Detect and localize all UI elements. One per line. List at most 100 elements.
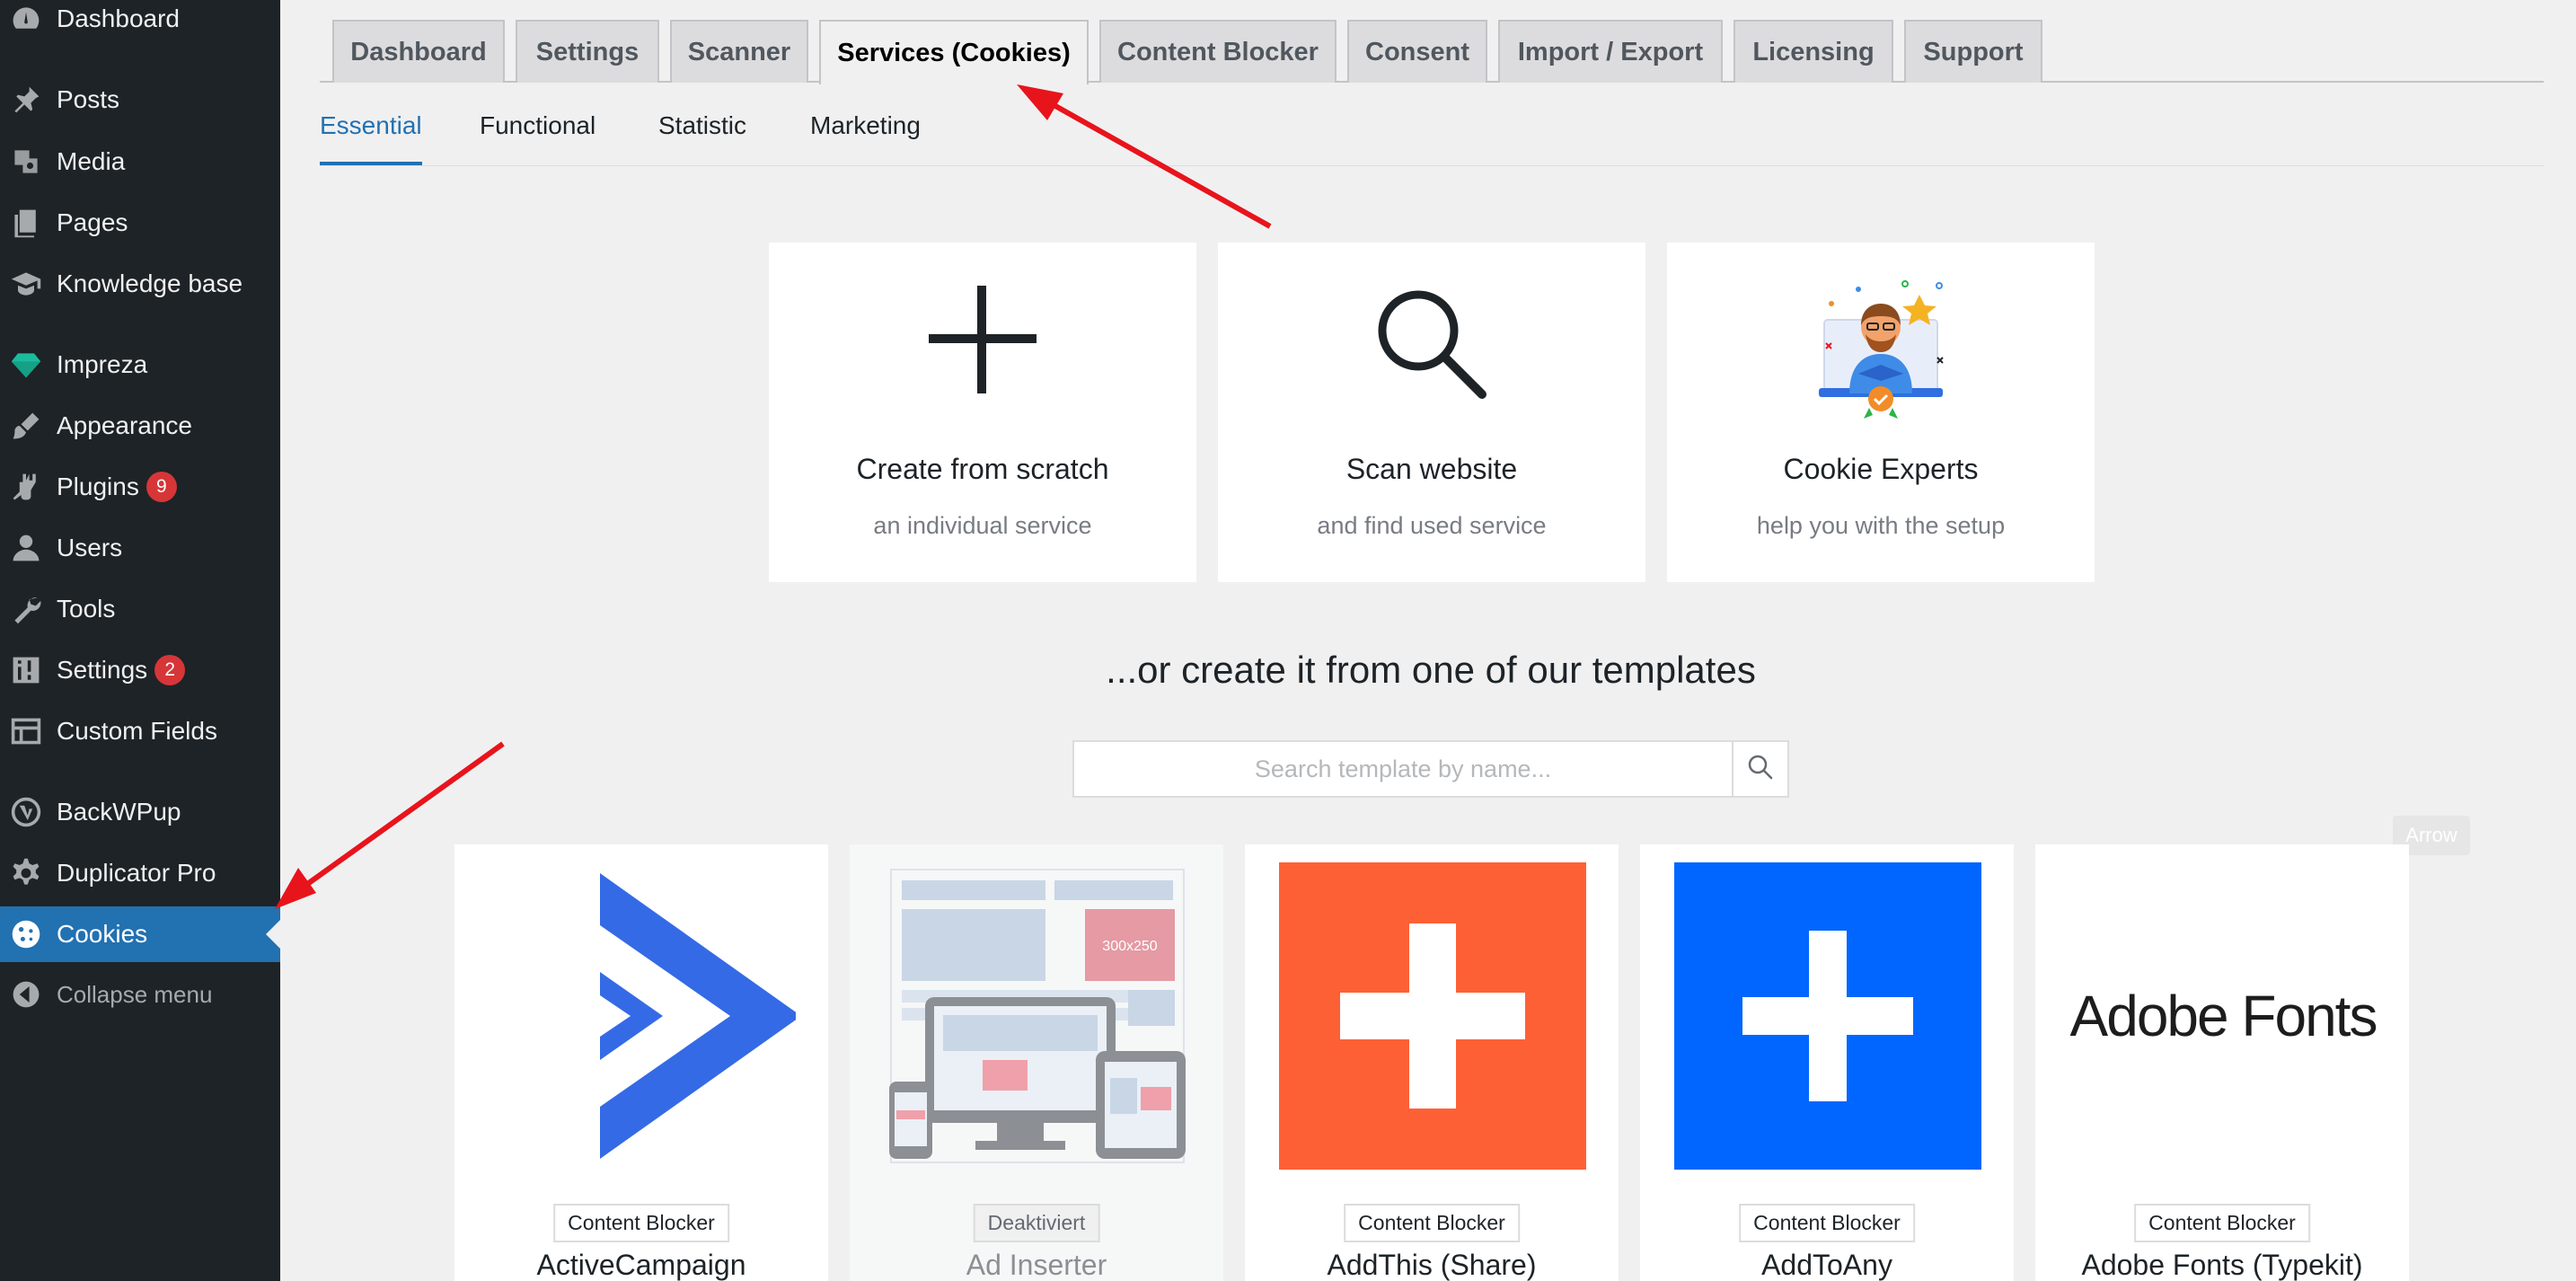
sidebar-item-label: Posts <box>57 85 120 113</box>
tab-settings[interactable]: Settings <box>516 20 659 83</box>
tab-consent[interactable]: Consent <box>1347 20 1487 83</box>
create-from-scratch-card[interactable]: Create from scratch an individual servic… <box>769 243 1196 582</box>
sidebar-item-label: Duplicator Pro <box>57 859 216 887</box>
tab-licensing[interactable]: Licensing <box>1734 20 1893 83</box>
plugins-update-badge: 9 <box>146 472 177 502</box>
search-input[interactable] <box>1074 742 1732 796</box>
option-subtitle: an individual service <box>873 512 1092 539</box>
tab-content-blocker[interactable]: Content Blocker <box>1099 20 1337 83</box>
graduation-cap-icon <box>9 267 43 301</box>
template-card-addthis[interactable]: Content Blocker AddThis (Share) <box>1245 844 1619 1281</box>
tab-scanner[interactable]: Scanner <box>670 20 808 83</box>
option-title: Create from scratch <box>856 453 1109 485</box>
option-title: Scan website <box>1345 453 1518 485</box>
search-button[interactable] <box>1732 742 1787 796</box>
brush-icon <box>9 409 43 443</box>
sidebar-item-dashboard[interactable]: Dashboard <box>0 0 280 47</box>
cookie-icon <box>9 917 43 951</box>
pages-icon <box>9 206 43 240</box>
tab-dashboard[interactable]: Dashboard <box>332 20 505 83</box>
sidebar-item-impreza[interactable]: Impreza <box>0 337 280 393</box>
option-subtitle: and find used service <box>1317 512 1547 539</box>
adobe-fonts-logo: Adobe Fonts <box>2069 862 2378 1170</box>
sidebar-item-label: Dashboard <box>57 4 180 32</box>
gear-icon <box>9 856 43 890</box>
scan-website-card[interactable]: Scan website and find used service <box>1218 243 1645 582</box>
backwpup-icon <box>9 795 43 829</box>
sidebar-item-label: Pages <box>57 208 128 236</box>
sidebar-item-label: Impreza <box>57 350 148 378</box>
content-blocker-badge: Content Blocker <box>553 1204 729 1242</box>
sidebar-item-knowledge-base[interactable]: Knowledge base <box>0 256 280 312</box>
tab-support[interactable]: Support <box>1904 20 2042 83</box>
option-subtitle: help you with the setup <box>1756 512 2006 539</box>
dashboard-icon <box>9 2 43 36</box>
content-blocker-badge: Content Blocker <box>1344 1204 1520 1242</box>
template-search <box>1072 740 1789 798</box>
sidebar-item-pages[interactable]: Pages <box>0 195 280 251</box>
sidebar-item-label: Appearance <box>57 411 193 439</box>
sidebar-item-label: BackWPup <box>57 798 181 826</box>
template-card-adobe-fonts[interactable]: Adobe Fonts Content Blocker Adobe Fonts … <box>2035 844 2409 1281</box>
templates-heading: ...or create it from one of our template… <box>0 649 2576 692</box>
plug-icon <box>9 470 43 504</box>
user-icon <box>9 531 43 565</box>
collapse-icon <box>9 977 43 1012</box>
adobe-fonts-wordmark: Adobe Fonts <box>2069 984 2378 1048</box>
sidebar-item-cookies[interactable]: Cookies <box>0 906 280 962</box>
sidebar-item-label: Plugins <box>57 473 139 500</box>
subtab-statistic[interactable]: Statistic <box>658 111 746 140</box>
sidebar-item-label: Knowledge base <box>57 269 243 297</box>
sidebar-item-backwpup[interactable]: BackWPup <box>0 784 280 840</box>
template-name: Ad Inserter <box>966 1249 1107 1281</box>
sidebar-item-label: Collapse menu <box>57 980 213 1008</box>
magnifier-icon <box>1218 286 1645 411</box>
tab-import-export[interactable]: Import / Export <box>1498 20 1723 83</box>
sidebar-item-label: Users <box>57 534 123 561</box>
template-card-activecampaign[interactable]: Content Blocker ActiveCampaign <box>454 844 828 1281</box>
sidebar-item-plugins[interactable]: Plugins 9 <box>0 459 280 515</box>
table-icon <box>9 714 43 748</box>
sidebar-item-duplicator-pro[interactable]: Duplicator Pro <box>0 845 280 901</box>
template-card-addtoany[interactable]: Content Blocker AddToAny <box>1640 844 2014 1281</box>
sidebar-item-posts[interactable]: Posts <box>0 72 280 128</box>
admin-sidebar: Dashboard Posts Media Pages Knowledge ba… <box>0 0 280 1281</box>
ad-size-label: 300x250 <box>1102 939 1157 954</box>
sidebar-item-media[interactable]: Media <box>0 134 280 190</box>
option-title: Cookie Experts <box>1783 453 1979 485</box>
sidebar-item-tools[interactable]: Tools <box>0 581 280 637</box>
cookie-experts-card[interactable]: Cookie Experts help you with the setup <box>1667 243 2095 582</box>
template-name: Adobe Fonts (Typekit) <box>2081 1249 2363 1281</box>
collapse-menu-button[interactable]: Collapse menu <box>0 967 280 1022</box>
sidebar-item-label: Cookies <box>57 920 148 948</box>
template-name: ActiveCampaign <box>536 1249 746 1281</box>
sidebar-item-label: Tools <box>57 595 116 623</box>
addthis-logo <box>1279 862 1586 1170</box>
expert-illustration-icon <box>1667 268 2095 420</box>
templates-heading-text: ...or create it from one of our template… <box>1106 649 1756 691</box>
addtoany-logo <box>1674 862 1981 1170</box>
subtabs-divider <box>320 165 2544 166</box>
sidebar-item-appearance[interactable]: Appearance <box>0 398 280 454</box>
subtab-marketing[interactable]: Marketing <box>810 111 921 140</box>
template-name: AddToAny <box>1761 1249 1892 1281</box>
deactivated-badge: Deaktiviert <box>973 1204 1100 1242</box>
sidebar-item-users[interactable]: Users <box>0 520 280 576</box>
content-blocker-badge: Content Blocker <box>1739 1204 1915 1242</box>
tab-services-cookies[interactable]: Services (Cookies) <box>819 20 1089 84</box>
sidebar-item-custom-fields[interactable]: Custom Fields <box>0 703 280 759</box>
diamond-icon <box>9 348 43 382</box>
sidebar-item-label: Custom Fields <box>57 717 217 745</box>
search-icon <box>1747 754 1774 785</box>
subtab-functional[interactable]: Functional <box>480 111 595 140</box>
sidebar-item-label: Media <box>57 147 126 175</box>
template-card-ad-inserter[interactable]: 300x250 Deaktiviert Ad Inserter <box>850 844 1223 1281</box>
activecampaign-logo <box>489 862 801 1170</box>
media-icon <box>9 145 43 179</box>
subtab-essential[interactable]: Essential <box>320 111 422 140</box>
pin-icon <box>9 83 43 117</box>
wrench-icon <box>9 592 43 626</box>
template-name: AddThis (Share) <box>1327 1249 1537 1281</box>
ad-inserter-logo: 300x250 <box>884 862 1191 1170</box>
plus-icon <box>769 286 1196 411</box>
